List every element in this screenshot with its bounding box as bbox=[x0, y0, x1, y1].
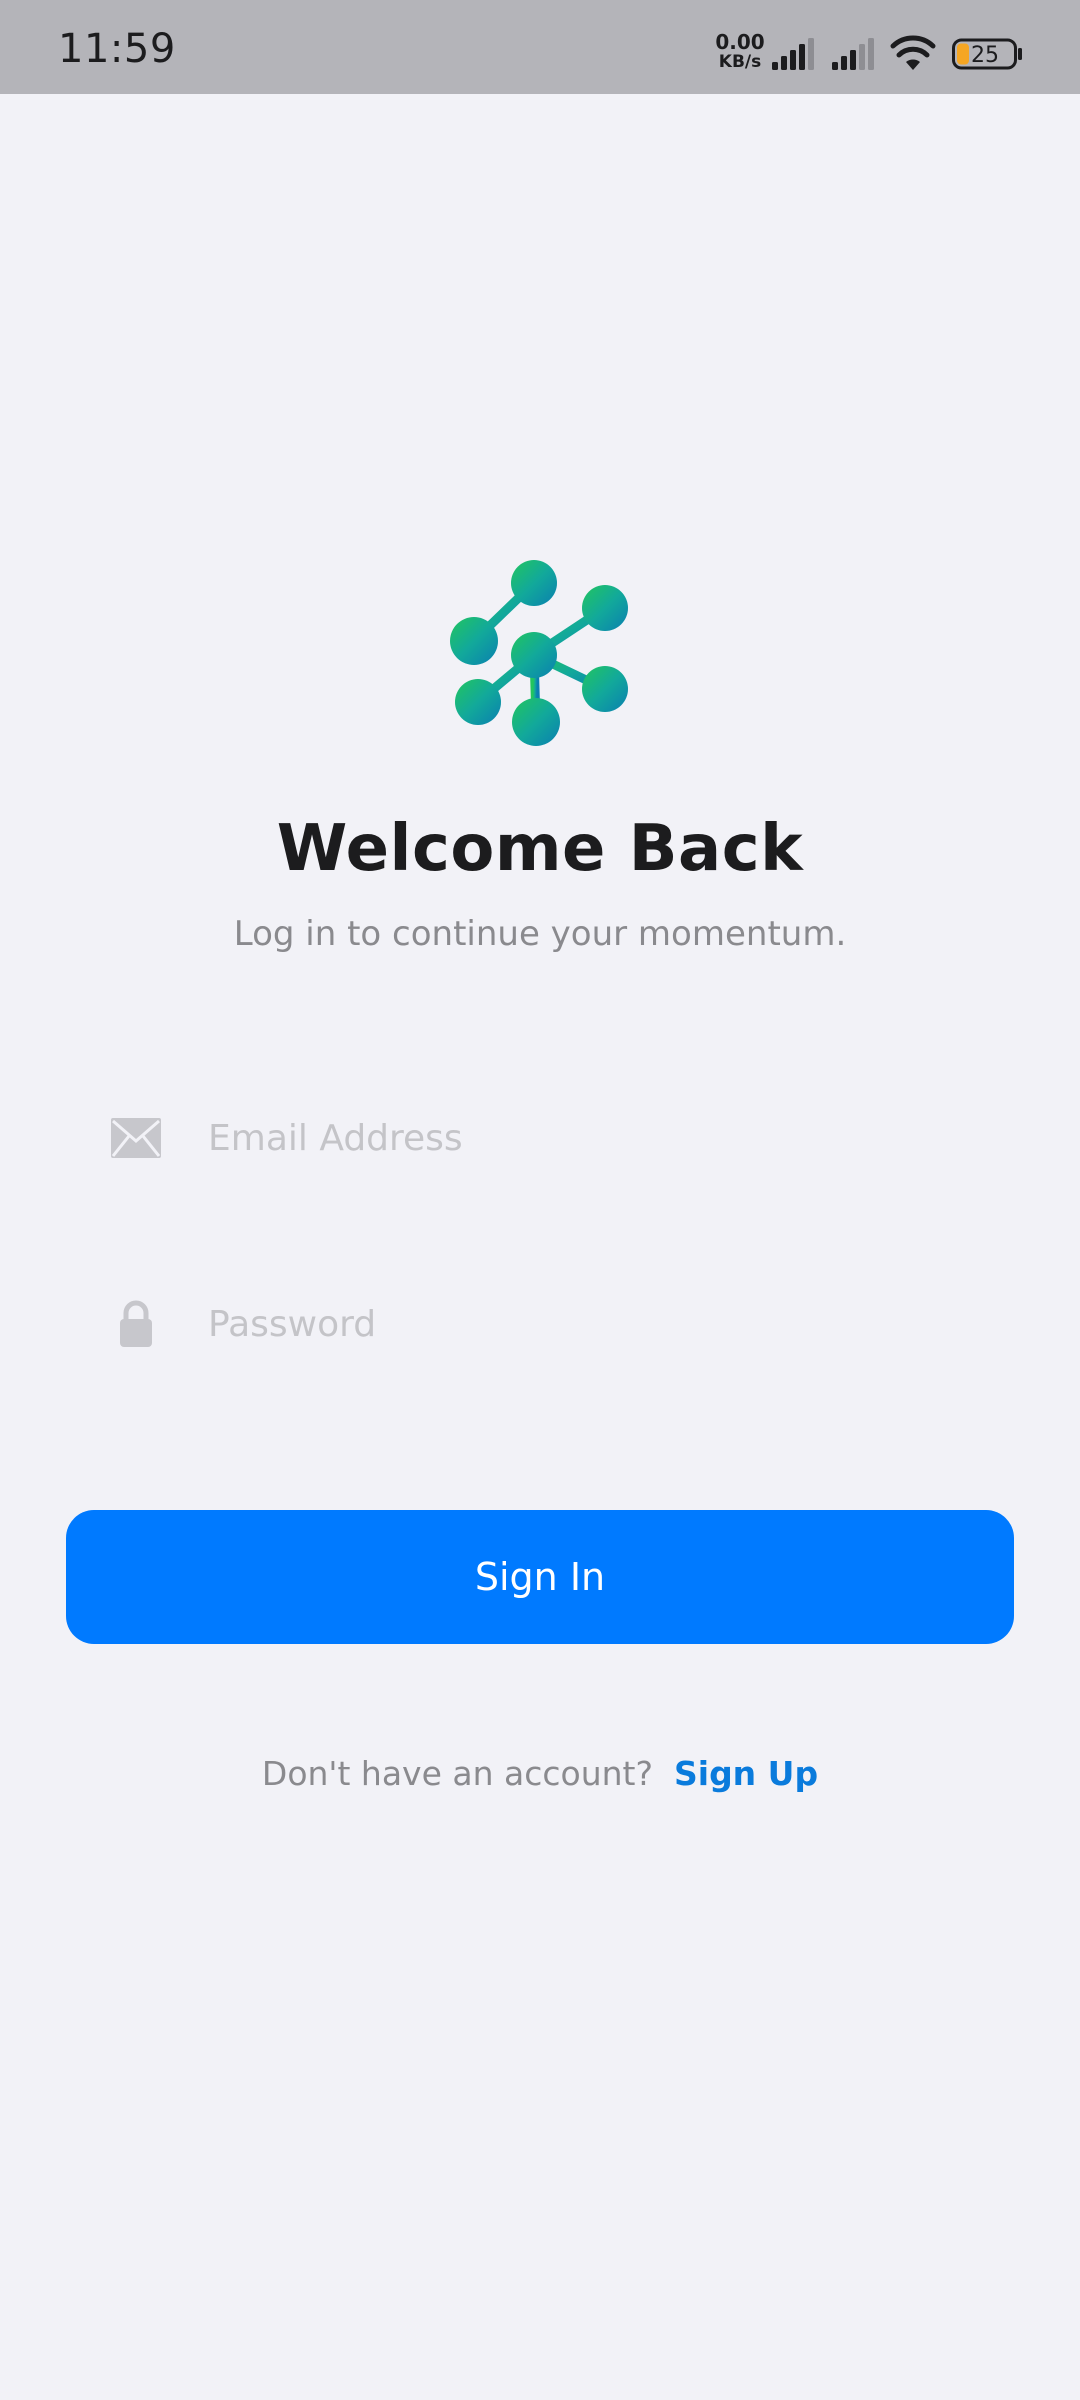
battery-level: 25 bbox=[971, 43, 999, 68]
signup-row: Don't have an account? Sign Up bbox=[0, 1754, 1080, 1793]
password-input[interactable] bbox=[208, 1284, 988, 1364]
signal-icon bbox=[772, 38, 814, 70]
app-logo bbox=[450, 560, 628, 746]
envelope-icon bbox=[111, 1118, 161, 1158]
sign-in-button[interactable]: Sign In bbox=[66, 1510, 1014, 1644]
email-field bbox=[66, 1078, 1014, 1198]
network-speed-unit: KB/s bbox=[718, 52, 762, 72]
password-field bbox=[66, 1264, 1014, 1384]
signup-prompt: Don't have an account? bbox=[261, 1754, 664, 1793]
battery-icon: 25 bbox=[952, 38, 1022, 70]
signal-icon bbox=[832, 38, 874, 70]
sign-up-link[interactable]: Sign Up bbox=[674, 1754, 818, 1793]
lock-icon bbox=[120, 1300, 152, 1347]
wifi-icon bbox=[890, 35, 936, 70]
status-time: 11:59 bbox=[58, 26, 176, 72]
network-speed-value: 0.00 bbox=[715, 30, 765, 54]
status-bar: 11:59 0.00 KB/s 25 bbox=[0, 0, 1080, 94]
page-title: Welcome Back bbox=[276, 812, 804, 886]
email-input[interactable] bbox=[208, 1098, 988, 1178]
page-subtitle: Log in to continue your momentum. bbox=[233, 914, 847, 954]
network-speed: 0.00 KB/s bbox=[714, 32, 766, 72]
